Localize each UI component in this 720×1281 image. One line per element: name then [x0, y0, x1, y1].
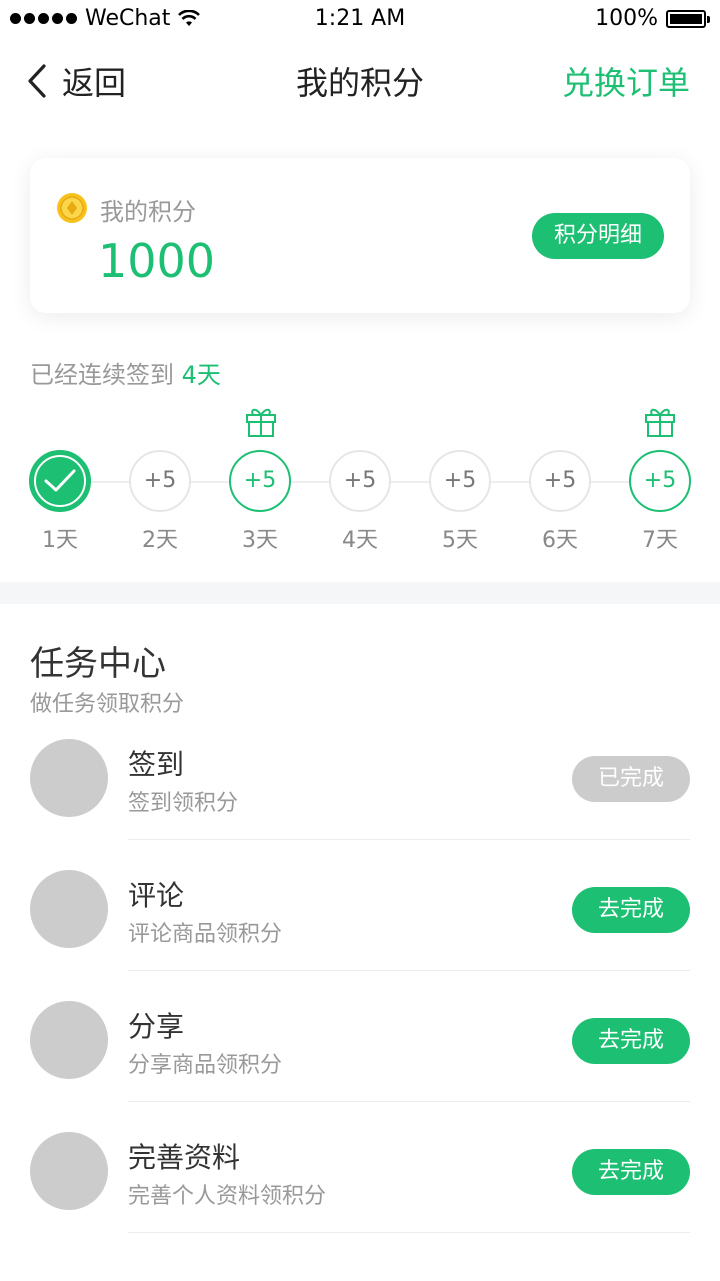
streak-days: 4天 — [181, 361, 221, 389]
task-name: 评论 — [128, 879, 185, 912]
gift-icon — [645, 408, 675, 437]
task-divider — [128, 1232, 690, 1233]
task-icon — [30, 1132, 108, 1210]
task-center-title: 任务中心 — [30, 644, 166, 684]
task-icon — [30, 739, 108, 817]
task-divider — [128, 970, 690, 971]
day-reward: +5 — [429, 450, 491, 512]
day-reward: +5 — [229, 450, 291, 512]
streak-text: 已经连续签到 4天 — [30, 355, 221, 390]
day-label: 4天 — [342, 528, 378, 553]
day-label: 2天 — [142, 528, 178, 553]
task-item-comment: 评论 评论商品领积分 去完成 — [0, 870, 720, 1001]
day-3[interactable]: +5 3天 — [229, 450, 291, 554]
battery-icon — [666, 9, 710, 28]
task-icon — [30, 870, 108, 948]
points-detail-button[interactable]: 积分明细 — [532, 213, 664, 259]
back-label: 返回 — [62, 64, 127, 102]
status-right: 100% — [595, 6, 710, 31]
points-label: 我的积分 — [100, 198, 196, 226]
day-1[interactable]: 1天 — [29, 450, 91, 554]
gift-icon — [246, 408, 276, 437]
back-button[interactable]: 返回 — [26, 58, 126, 104]
nav-bar: 返回 我的积分 兑换订单 — [0, 50, 720, 114]
day-reward: +5 — [629, 450, 691, 512]
chevron-left-icon — [28, 64, 46, 98]
points-value: 1000 — [98, 234, 216, 288]
task-divider — [128, 839, 690, 840]
day-reward: +5 — [329, 450, 391, 512]
task-divider — [128, 1101, 690, 1102]
task-center-subtitle: 做任务领取积分 — [30, 692, 185, 717]
task-name: 完善资料 — [128, 1141, 241, 1174]
day-2[interactable]: +5 2天 — [129, 450, 191, 554]
day-reward: +5 — [529, 450, 591, 512]
task-go-button[interactable]: 去完成 — [572, 1018, 690, 1064]
status-bar: WeChat 1:21 AM 100% — [0, 0, 720, 40]
task-completed-button: 已完成 — [572, 756, 690, 802]
task-go-button[interactable]: 去完成 — [572, 1149, 690, 1195]
day-circle — [29, 450, 91, 512]
points-card: 我的积分 1000 积分明细 — [30, 158, 690, 313]
task-item-sign-in: 签到 签到领积分 已完成 — [0, 739, 720, 870]
streak-prefix: 已经连续签到 — [30, 361, 182, 389]
day-label: 6天 — [542, 528, 578, 553]
task-item-share: 分享 分享商品领积分 去完成 — [0, 1001, 720, 1132]
task-desc: 签到领积分 — [128, 791, 239, 816]
task-name: 签到 — [128, 748, 185, 781]
day-label: 7天 — [642, 528, 678, 553]
task-item-profile: 完善资料 完善个人资料领积分 去完成 — [0, 1132, 720, 1263]
task-desc: 完善个人资料领积分 — [128, 1184, 327, 1209]
day-label: 3天 — [242, 528, 278, 553]
day-reward: +5 — [129, 450, 191, 512]
check-icon — [44, 469, 76, 492]
battery-percent: 100% — [595, 6, 658, 31]
day-4[interactable]: +5 4天 — [329, 450, 391, 554]
task-go-button[interactable]: 去完成 — [572, 887, 690, 933]
task-desc: 分享商品领积分 — [128, 1053, 283, 1078]
coin-icon — [57, 193, 87, 223]
day-5[interactable]: +5 5天 — [429, 450, 491, 554]
task-icon — [30, 1001, 108, 1079]
task-name: 分享 — [128, 1010, 185, 1043]
task-desc: 评论商品领积分 — [128, 922, 283, 947]
sign-in-days: 1天 +5 2天 +5 3天 +5 4天 +5 5天 +5 6天 +5 7天 — [0, 400, 720, 560]
day-6[interactable]: +5 6天 — [529, 450, 591, 554]
day-label: 1天 — [42, 528, 78, 553]
exchange-orders-link[interactable]: 兑换订单 — [562, 58, 690, 104]
section-divider — [0, 582, 720, 604]
day-label: 5天 — [442, 528, 478, 553]
day-7[interactable]: +5 7天 — [629, 450, 691, 554]
